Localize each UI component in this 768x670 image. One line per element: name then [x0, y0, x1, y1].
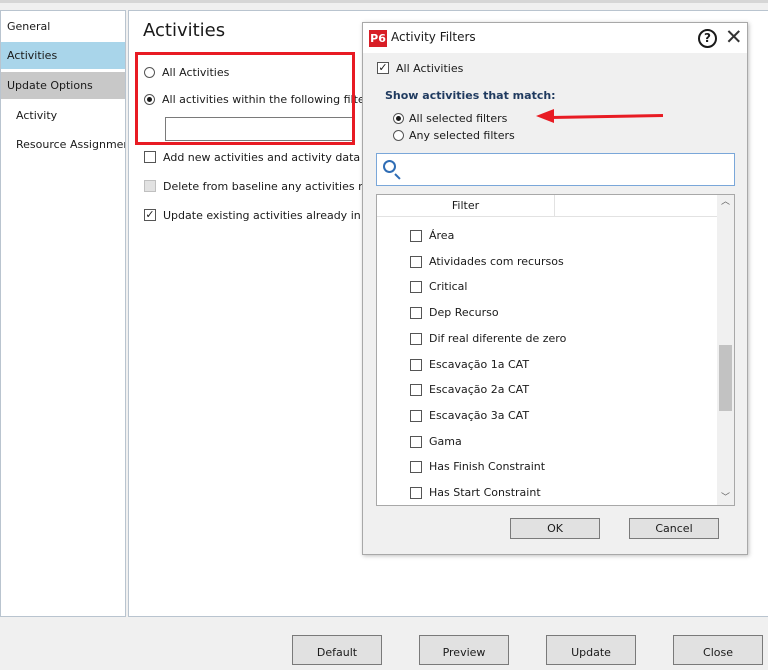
filter-row[interactable]: Escavação 3a CAT — [377, 404, 717, 429]
filter-checkbox[interactable] — [410, 230, 422, 242]
add-new-activities-checkbox[interactable] — [144, 151, 156, 163]
help-icon[interactable]: ? — [698, 29, 717, 48]
activity-filters-dialog: P6 Activity Filters ? ✕ ✓ All Activities… — [362, 22, 748, 555]
sidebar-item-activity[interactable]: Activity — [1, 102, 125, 129]
sidebar-item-update-options[interactable]: Update Options — [1, 72, 125, 99]
match-any-radio[interactable] — [393, 130, 404, 141]
filter-label: Critical — [429, 280, 468, 294]
delete-from-baseline-checkbox — [144, 180, 156, 192]
preview-button[interactable]: Preview — [419, 635, 509, 665]
filter-label: Escavação 1a CAT — [429, 357, 530, 371]
add-new-activities-label: Add new activities and activity data (ex… — [163, 151, 394, 164]
all-activities-checkbox[interactable]: ✓ — [377, 62, 389, 74]
filter-label: Has Finish Constraint — [429, 460, 546, 474]
filter-column-header[interactable]: Filter — [377, 195, 555, 217]
filter-label: Gama — [429, 434, 462, 448]
search-input[interactable] — [376, 153, 735, 186]
filter-label: Dif real diferente de zero — [429, 331, 567, 345]
scrollbar-thumb[interactable] — [719, 345, 732, 411]
p6-logo-icon: P6 — [369, 30, 387, 47]
filter-row[interactable]: Dep Recurso — [377, 301, 717, 326]
match-all-radio[interactable] — [393, 113, 404, 124]
filter-row[interactable]: Critical — [377, 275, 717, 300]
page-title: Activities — [143, 20, 226, 41]
filter-row[interactable]: Escavação 1a CAT — [377, 353, 717, 378]
filter-row[interactable]: Has Finish Constraint — [377, 455, 717, 480]
filter-checkbox[interactable] — [410, 409, 422, 422]
search-icon — [383, 160, 396, 173]
default-button[interactable]: Default — [292, 635, 382, 665]
sidebar-nav: General Activities Update Options Activi… — [0, 10, 126, 617]
filter-row[interactable]: Dif real diferente de zero — [377, 327, 717, 352]
filter-checkbox[interactable] — [410, 384, 422, 397]
match-any-label: Any selected filters — [409, 129, 515, 142]
dialog-title: Activity Filters — [391, 30, 476, 44]
close-button[interactable]: Close — [673, 635, 763, 665]
match-all-label: All selected filters — [409, 112, 508, 125]
filter-checkbox[interactable] — [410, 435, 422, 448]
dialog-titlebar: P6 Activity Filters ? ✕ — [363, 23, 747, 53]
annotation-arrow-icon — [536, 109, 554, 123]
filter-row[interactable]: Área — [377, 224, 717, 249]
scroll-up-icon[interactable]: ︿ — [717, 195, 734, 209]
cancel-button[interactable]: Cancel — [629, 518, 719, 539]
update-existing-label: Update existing activities already in th… — [163, 209, 393, 222]
sidebar-item-activities[interactable]: Activities — [1, 42, 125, 69]
close-icon[interactable]: ✕ — [725, 25, 743, 49]
filter-checkbox[interactable] — [410, 487, 422, 499]
filter-checkbox[interactable] — [410, 281, 422, 294]
top-border — [0, 0, 768, 3]
filter-list-header: Filter — [377, 195, 717, 217]
filter-label: Atividades com recursos — [429, 254, 564, 268]
filter-row[interactable]: Escavação 2a CAT — [377, 378, 717, 403]
filter-label: Escavação 2a CAT — [429, 383, 530, 397]
filter-row[interactable]: Has Start Constraint — [377, 481, 717, 505]
filter-checkbox[interactable] — [410, 461, 422, 474]
update-button[interactable]: Update — [546, 635, 636, 665]
filter-list-scrollbar[interactable]: ︿ ﹀ — [717, 195, 734, 505]
filter-row[interactable]: Gama — [377, 430, 717, 455]
scroll-down-icon[interactable]: ﹀ — [717, 491, 734, 505]
ok-button[interactable]: OK — [510, 518, 600, 539]
filter-checkbox[interactable] — [410, 255, 422, 268]
filter-label: Escavação 3a CAT — [429, 408, 530, 422]
filter-checkbox[interactable] — [410, 332, 422, 345]
dialog-all-activities-label: All Activities — [396, 62, 464, 75]
filter-label: Has Start Constraint — [429, 486, 541, 499]
annotation-highlight-box — [135, 52, 355, 145]
filter-checkbox[interactable] — [410, 358, 422, 371]
sidebar-item-resource-assignment[interactable]: Resource Assignment — [1, 131, 125, 158]
delete-from-baseline-label: Delete from baseline any activities no l… — [163, 180, 393, 193]
match-heading: Show activities that match: — [385, 89, 556, 102]
filter-list: Filter Área Atividades com recursos Critic… — [376, 194, 735, 506]
sidebar-item-general[interactable]: General — [1, 13, 125, 40]
filter-label: Área — [429, 229, 455, 242]
filter-label: Dep Recurso — [429, 306, 499, 320]
update-existing-checkbox[interactable]: ✓ — [144, 209, 156, 221]
filter-row[interactable]: Atividades com recursos — [377, 250, 717, 275]
filter-checkbox[interactable] — [410, 307, 422, 320]
